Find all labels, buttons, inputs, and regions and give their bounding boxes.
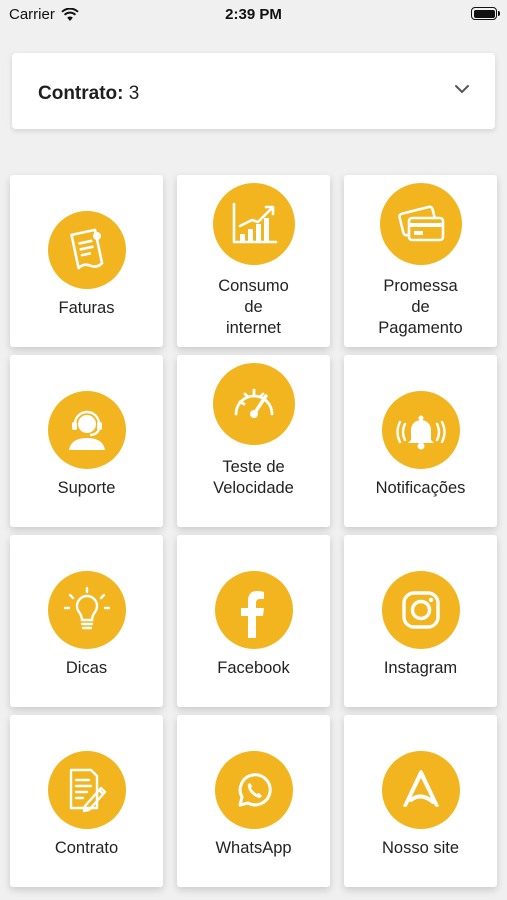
instagram-icon (381, 571, 460, 649)
credit-card-icon (379, 183, 462, 265)
contract-value: 3 (128, 83, 140, 104)
status-time: 2:39 PM (225, 6, 282, 23)
battery-icon (471, 7, 500, 20)
contract-label-group: Contrato: 3 (38, 83, 139, 105)
tile-teste-velocidade[interactable]: Teste de Velocidade (177, 355, 330, 527)
support-agent-icon (47, 391, 126, 469)
tile-label: Contrato (54, 839, 119, 857)
tile-label: Facebook (217, 659, 290, 677)
invoice-icon (47, 211, 126, 289)
tile-nosso-site[interactable]: Nosso site (344, 715, 497, 887)
status-bar: Carrier 2:39 PM (0, 0, 507, 30)
tile-notificacoes[interactable]: Notificações (344, 355, 497, 527)
tile-label: Dicas (65, 659, 108, 677)
contract-document-icon (47, 751, 126, 829)
tile-label: Teste de Velocidade (213, 458, 294, 497)
tile-label: WhatsApp (215, 839, 292, 857)
tile-contrato[interactable]: Contrato (10, 715, 163, 887)
tile-promessa-pagamento[interactable]: Promessa de Pagamento (344, 175, 497, 347)
tile-label: Consumo de internet (218, 277, 289, 337)
tile-whatsapp[interactable]: WhatsApp (177, 715, 330, 887)
lightbulb-icon (47, 571, 126, 649)
tile-label: Promessa de Pagamento (378, 277, 463, 337)
tile-label: Faturas (58, 299, 115, 317)
tile-faturas[interactable]: Faturas (10, 175, 163, 347)
speedometer-icon (212, 363, 295, 445)
tile-label: Nosso site (381, 839, 460, 857)
tile-suporte[interactable]: Suporte (10, 355, 163, 527)
bell-icon (381, 391, 460, 469)
tile-consumo-internet[interactable]: Consumo de internet (177, 175, 330, 347)
whatsapp-icon (214, 751, 293, 829)
chart-growth-icon (212, 183, 295, 265)
chevron-down-icon[interactable] (454, 83, 470, 95)
tile-label: Instagram (383, 659, 458, 677)
contract-label: Contrato: (38, 83, 124, 104)
tile-label: Suporte (57, 479, 116, 497)
tile-facebook[interactable]: Facebook (177, 535, 330, 707)
website-logo-icon (381, 751, 460, 829)
tile-instagram[interactable]: Instagram (344, 535, 497, 707)
menu-grid: Faturas Consumo de internet Promessa de … (10, 175, 498, 887)
tile-dicas[interactable]: Dicas (10, 535, 163, 707)
contract-selector[interactable]: Contrato: 3 (12, 53, 495, 129)
facebook-icon (214, 571, 293, 649)
tile-label: Notificações (375, 479, 466, 497)
